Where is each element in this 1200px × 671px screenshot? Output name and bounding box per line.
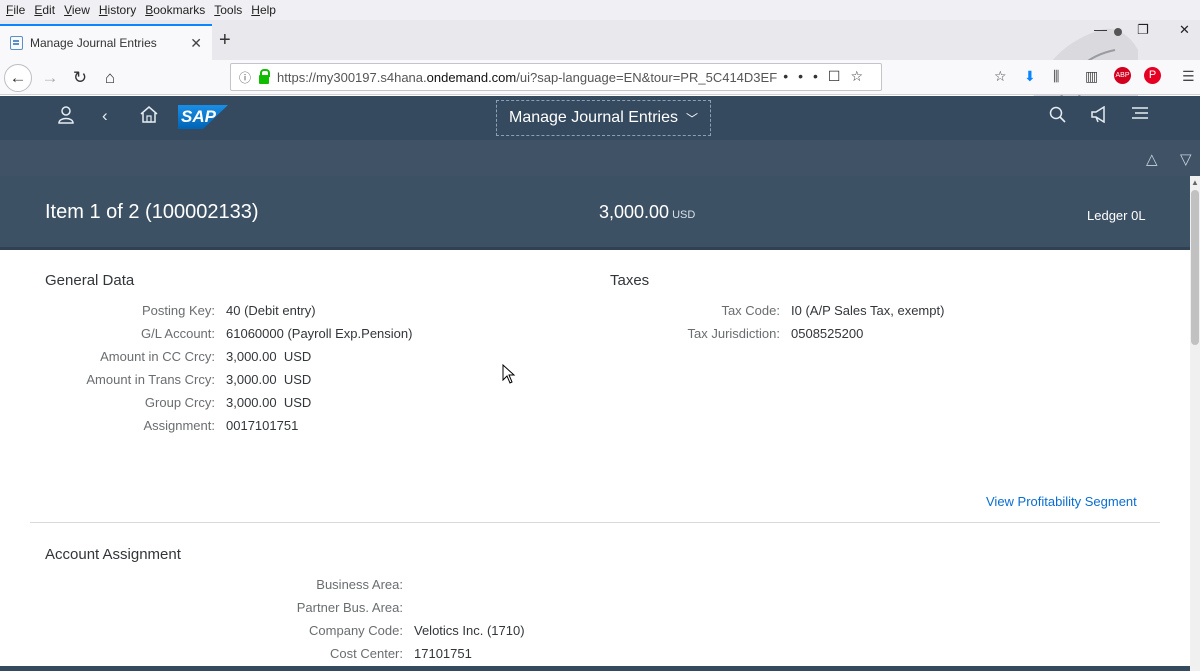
object-amount: 3,000.00 USD	[599, 202, 695, 223]
view-profitability-segment-link[interactable]: View Profitability Segment	[986, 494, 1137, 509]
gl-account-label: G/L Account:	[141, 326, 215, 341]
tax-code-label: Tax Code:	[721, 303, 780, 318]
tax-jurisdiction-value: 0508525200	[791, 326, 864, 341]
menu-bookmarks[interactable]: Bookmarks	[145, 3, 205, 17]
company-code-label: Company Code:	[309, 623, 403, 638]
user-profile-icon[interactable]	[58, 106, 74, 129]
sidebar-icon[interactable]: ▥	[1085, 68, 1098, 85]
browser-tab[interactable]: Manage Journal Entries ✕	[0, 24, 212, 60]
item-details: General Data Posting Key: 40 (Debit entr…	[0, 252, 1190, 671]
adblock-icon[interactable]: ABP	[1114, 67, 1131, 84]
new-tab-button[interactable]: +	[219, 29, 231, 52]
menu-view[interactable]: View	[64, 3, 90, 17]
collapse-header-icon[interactable]: △	[1146, 150, 1158, 168]
filter-icon[interactable]: ▽	[1180, 150, 1192, 168]
app-title: Manage Journal Entries	[509, 109, 678, 126]
browser-menubar: File Edit View History Bookmarks Tools H…	[0, 0, 1200, 20]
restore-window-icon[interactable]: ❐	[1137, 22, 1149, 38]
menu-file[interactable]: File	[6, 3, 25, 17]
taxes-title: Taxes	[610, 272, 650, 289]
back-button[interactable]: ←	[4, 64, 32, 92]
reload-button[interactable]: ↻	[66, 64, 94, 92]
page-actions[interactable]: •••☐☆	[783, 68, 873, 85]
cost-center-value: 17101751	[414, 646, 472, 661]
sap-logo[interactable]: SAP	[178, 105, 228, 129]
home-icon[interactable]	[140, 106, 158, 128]
amount-cc-label: Amount in CC Crcy:	[100, 349, 215, 364]
bookmark-star-icon[interactable]: ☆	[994, 68, 1007, 85]
business-area-label: Business Area:	[316, 577, 403, 592]
scroll-up-arrow-icon[interactable]: ▲	[1191, 178, 1199, 187]
general-data-title: General Data	[45, 272, 135, 289]
company-code-value: Velotics Inc. (1710)	[414, 623, 525, 638]
notifications-megaphone-icon[interactable]	[1090, 105, 1109, 128]
bottom-edge-bar	[0, 666, 1190, 671]
group-crcy-label: Group Crcy:	[144, 395, 215, 410]
browser-navbar: ← → ↻ ⌂ ⓘ https://my300197.s4hana.ondema…	[0, 60, 1200, 95]
tab-strip: Manage Journal Entries ✕ + — ❐ ✕	[0, 20, 1200, 112]
page-favicon-icon	[10, 36, 23, 50]
back-nav-icon[interactable]: ‹	[102, 106, 108, 126]
secure-lock-icon[interactable]	[259, 68, 271, 84]
section-divider	[30, 522, 1160, 523]
gl-account-value: 61060000 (Payroll Exp.Pension)	[226, 326, 413, 341]
mouse-cursor-icon	[502, 364, 516, 384]
downloads-icon[interactable]: ⬇	[1024, 68, 1036, 85]
menu-help[interactable]: Help	[251, 3, 276, 17]
account-assignment-title: Account Assignment	[45, 546, 181, 563]
amount-trans-value: 3,000.00 USD	[226, 372, 312, 387]
url-bar[interactable]: ⓘ https://my300197.s4hana.ondemand.com/u…	[230, 63, 882, 91]
menu-edit[interactable]: Edit	[34, 3, 55, 17]
forward-button[interactable]: →	[36, 64, 64, 92]
assignment-value: 0017101751	[226, 418, 299, 433]
close-window-icon[interactable]: ✕	[1179, 22, 1190, 38]
posting-key-label: Posting Key:	[142, 303, 215, 318]
library-icon[interactable]: ⫼	[1053, 68, 1059, 85]
sub-header-bar: △ ▽	[0, 140, 1200, 176]
chevron-down-icon: ﹀	[685, 111, 698, 126]
assignment-label: Assignment:	[143, 418, 215, 433]
partner-bus-area-label: Partner Bus. Area:	[296, 600, 403, 615]
sap-shell-bar: ‹ SAP Manage Journal Entries ﹀	[0, 96, 1200, 140]
tax-jurisdiction-label: Tax Jurisdiction:	[687, 326, 780, 341]
pinterest-icon[interactable]: P	[1144, 67, 1161, 84]
url-text[interactable]: https://my300197.s4hana.ondemand.com/ui?…	[277, 70, 777, 85]
app-title-menu[interactable]: Manage Journal Entries ﹀	[496, 100, 711, 136]
menu-hamburger-icon[interactable]: ☰	[1182, 68, 1195, 85]
amount-trans-label: Amount in Trans Crcy:	[86, 372, 215, 387]
amount-cc-value: 3,000.00 USD	[226, 349, 312, 364]
scrollbar-thumb[interactable]	[1191, 190, 1199, 345]
posting-key-value: 40 (Debit entry)	[226, 303, 316, 318]
menu-history[interactable]: History	[99, 3, 136, 17]
minimize-window-icon[interactable]: —	[1094, 22, 1107, 37]
ledger-label: Ledger 0L	[1087, 208, 1146, 223]
close-tab-icon[interactable]: ✕	[190, 35, 202, 52]
amount-currency: USD	[672, 209, 696, 221]
cost-center-label: Cost Center:	[330, 646, 403, 661]
search-icon[interactable]	[1049, 106, 1066, 128]
me-area-menu-icon[interactable]	[1131, 106, 1149, 126]
menu-tools[interactable]: Tools	[214, 3, 242, 17]
tax-code-value: I0 (A/P Sales Tax, exempt)	[791, 303, 945, 318]
home-button[interactable]: ⌂	[96, 64, 124, 92]
site-info-icon[interactable]: ⓘ	[239, 69, 251, 86]
object-title: Item 1 of 2 (100002133)	[45, 201, 259, 223]
tab-title: Manage Journal Entries	[30, 36, 157, 50]
object-header: Item 1 of 2 (100002133) 3,000.00 USD Ledg…	[0, 176, 1190, 250]
amount-value: 3,000.00	[599, 202, 670, 222]
group-crcy-value: 3,000.00 USD	[226, 395, 312, 410]
